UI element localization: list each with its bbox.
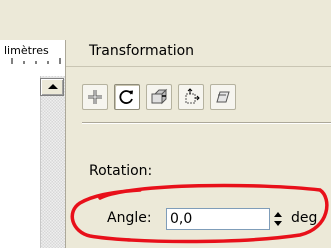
docker-title: Transformation (89, 43, 195, 59)
scale-mirror-icon (151, 88, 168, 105)
toolbar-separator (82, 122, 331, 124)
scrollbar-track[interactable] (40, 76, 65, 248)
scale-mirror-button[interactable] (146, 84, 172, 110)
rotation-section-label: Rotation: (89, 163, 153, 179)
transformation-docker: Transformation Rotation: Angle: 0,0 deg (66, 40, 331, 248)
angle-label: Angle: (107, 210, 152, 226)
angle-input[interactable] (166, 208, 270, 230)
rotate-icon (119, 90, 133, 104)
spin-up-icon (274, 212, 282, 217)
position-button[interactable] (82, 84, 108, 110)
ruler-unit-label: limètres (4, 44, 49, 57)
angle-spinner[interactable] (270, 208, 286, 230)
size-icon (185, 88, 200, 104)
skew-button[interactable] (210, 84, 236, 110)
rotation-button[interactable] (114, 84, 140, 110)
vertical-ruler: limètres (0, 40, 66, 248)
angle-unit-label: deg (291, 210, 318, 226)
arrow-up-icon (48, 84, 58, 89)
spin-down-icon (274, 221, 282, 226)
ruler-header: limètres (0, 40, 65, 68)
size-button[interactable] (178, 84, 204, 110)
transform-mode-toolbar (82, 84, 331, 112)
position-move-icon (88, 90, 102, 104)
top-toolbar-strip (0, 0, 331, 40)
scroll-up-button[interactable] (40, 78, 64, 96)
skew-icon (216, 91, 230, 103)
docker-header: Transformation (66, 40, 331, 67)
ruler-ticks (11, 58, 61, 64)
